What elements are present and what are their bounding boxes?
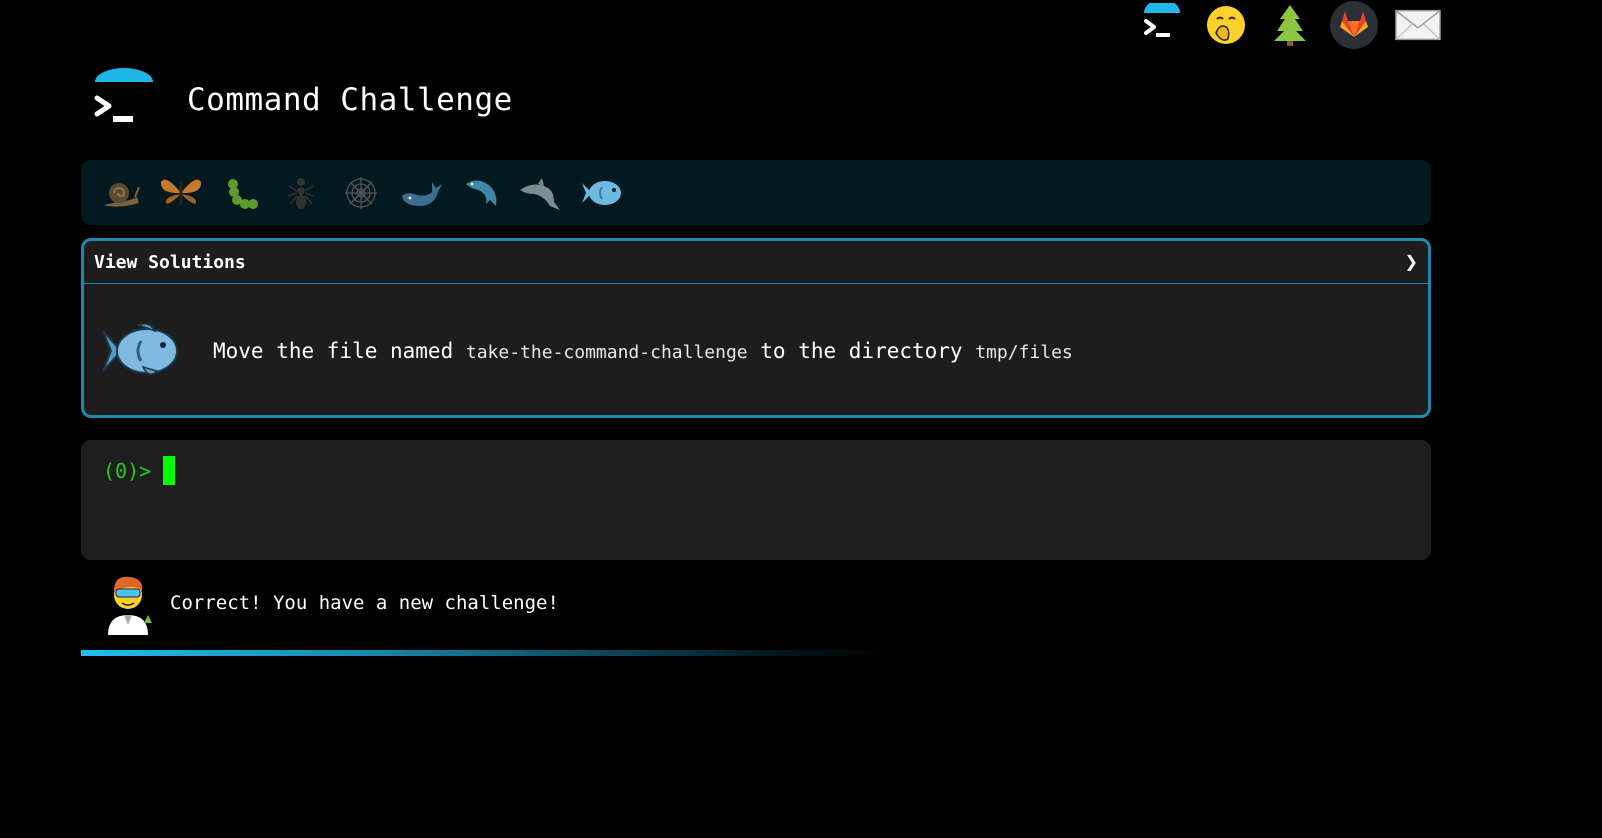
level-spider-web-icon[interactable]	[331, 168, 391, 218]
envelope-icon[interactable]	[1394, 1, 1442, 49]
fish-icon	[99, 319, 181, 383]
level-butterfly-icon[interactable]	[151, 168, 211, 218]
feedback: Correct! You have a new challenge!	[100, 571, 559, 635]
level-bar	[81, 160, 1431, 225]
level-fish-icon[interactable]	[571, 168, 631, 218]
logo-icon[interactable]	[93, 68, 155, 132]
terminal-logo-icon[interactable]	[1138, 1, 1186, 49]
terminal-cursor	[163, 456, 176, 485]
challenge-file-name: take-the-command-challenge	[465, 342, 748, 363]
progress-bar	[81, 650, 891, 656]
view-solutions-label: View Solutions	[94, 251, 246, 273]
page-title: Command Challenge	[187, 82, 513, 118]
level-caterpillar-icon[interactable]	[211, 168, 271, 218]
chevron-right-icon: ❯	[1404, 249, 1418, 275]
page: Command Challenge View Solutions ❯ Move …	[0, 0, 1602, 838]
challenge-directory: tmp/files	[975, 342, 1073, 363]
header: Command Challenge	[93, 68, 513, 132]
hand-over-mouth-emoji-icon[interactable]	[1202, 1, 1250, 49]
level-snail-icon[interactable]	[91, 168, 151, 218]
view-solutions-toggle[interactable]: View Solutions ❯	[84, 241, 1428, 284]
challenge-panel: View Solutions ❯ Move the file named tak…	[81, 238, 1431, 418]
level-ant-icon[interactable]	[271, 168, 331, 218]
terminal-input[interactable]: (0)>	[81, 440, 1431, 560]
challenge-body: Move the file named take-the-command-cha…	[84, 284, 1428, 415]
challenge-description: Move the file named take-the-command-cha…	[213, 339, 1073, 363]
challenge-text-before: Move the file named	[213, 339, 466, 363]
gitlab-icon[interactable]	[1330, 1, 1378, 49]
level-dolphin-jumping-icon[interactable]	[511, 168, 571, 218]
top-nav	[1138, 0, 1442, 50]
terminal-prompt: (0)>	[103, 459, 152, 483]
feedback-message: Correct! You have a new challenge!	[170, 592, 559, 614]
challenge-text-middle: to the directory	[747, 339, 976, 363]
scientist-emoji-icon	[100, 571, 156, 635]
level-whale-icon[interactable]	[391, 168, 451, 218]
evergreen-tree-icon[interactable]	[1266, 1, 1314, 49]
level-dolphin-icon[interactable]	[451, 168, 511, 218]
